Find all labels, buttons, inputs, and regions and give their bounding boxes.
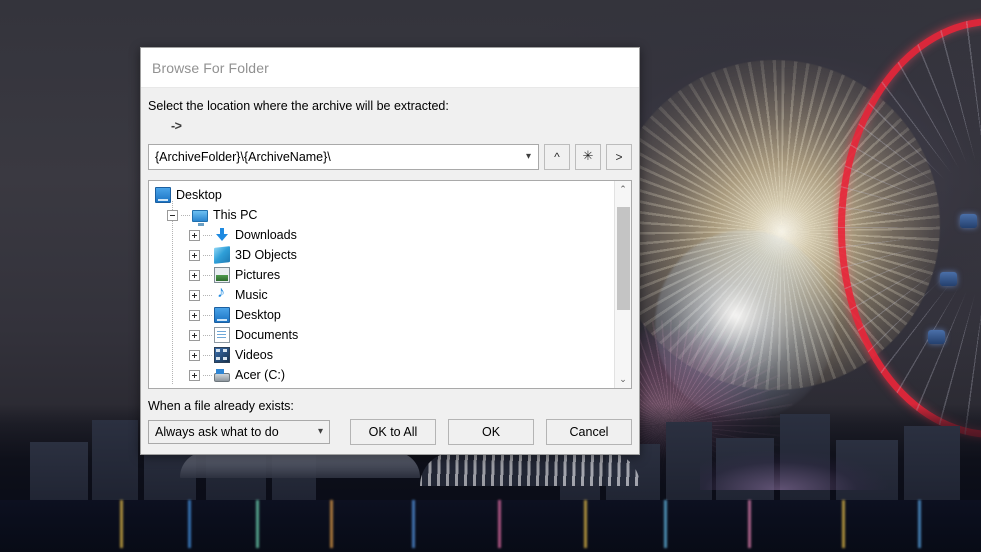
drive-icon bbox=[214, 369, 230, 383]
tree-connector bbox=[203, 374, 212, 376]
new-folder-button[interactable]: ✳ bbox=[575, 144, 601, 171]
expand-toggle-icon[interactable] bbox=[189, 289, 200, 301]
expand-toggle-icon[interactable] bbox=[189, 249, 200, 261]
tree-item-documents[interactable]: Documents bbox=[149, 325, 614, 345]
browse-for-folder-dialog: Browse For Folder Select the location wh… bbox=[140, 47, 640, 455]
expand-toggle-icon[interactable] bbox=[189, 309, 200, 321]
tree-connector bbox=[181, 214, 190, 216]
tree-connector bbox=[203, 294, 212, 296]
tree-item-label: Acer (C:) bbox=[235, 368, 285, 383]
downloads-icon bbox=[214, 227, 230, 243]
tree-item-label: Pictures bbox=[235, 268, 281, 283]
tree-item-label: Downloads bbox=[235, 228, 297, 243]
tree-item-label: 3D Objects bbox=[235, 248, 297, 263]
tree-item-pictures[interactable]: Pictures bbox=[149, 265, 614, 285]
chevron-down-icon: ▾ bbox=[525, 151, 531, 163]
expand-toggle-icon[interactable] bbox=[189, 369, 200, 381]
monitor-icon bbox=[155, 187, 171, 204]
ok-button[interactable]: OK bbox=[448, 419, 534, 445]
tree-connector bbox=[203, 334, 212, 336]
desktop-icon bbox=[214, 307, 230, 324]
videos-icon bbox=[214, 347, 230, 364]
tree-connector bbox=[203, 314, 212, 316]
dialog-footer: When a file already exists: Always ask w… bbox=[141, 389, 639, 454]
expand-toggle-icon[interactable] bbox=[189, 329, 200, 341]
dialog-body: Select the location where the archive wi… bbox=[141, 88, 639, 454]
documents-icon bbox=[214, 327, 230, 344]
tree-item-downloads[interactable]: Downloads bbox=[149, 225, 614, 245]
this-pc-icon bbox=[192, 210, 208, 227]
music-icon bbox=[214, 284, 230, 303]
caret-down-icon: ⌄ bbox=[619, 374, 627, 384]
scrollbar-thumb[interactable] bbox=[617, 207, 630, 311]
expand-button[interactable]: > bbox=[606, 144, 632, 171]
asterisk-icon: ✳ bbox=[582, 148, 594, 164]
tree-item-videos[interactable]: Videos bbox=[149, 345, 614, 365]
caret-right-icon: > bbox=[615, 150, 623, 165]
destination-path-combobox[interactable]: {ArchiveFolder}\{ArchiveName}\ ▾ bbox=[148, 144, 539, 171]
scroll-down-button[interactable]: ⌄ bbox=[614, 371, 631, 388]
ok-to-all-button[interactable]: OK to All bbox=[350, 419, 436, 445]
dialog-titlebar[interactable]: Browse For Folder bbox=[141, 48, 639, 88]
tree-item-desktop-root[interactable]: Desktop bbox=[149, 185, 614, 205]
tree-connector bbox=[203, 274, 212, 276]
up-one-level-button[interactable]: ^ bbox=[544, 144, 570, 171]
marina-bay-sands bbox=[180, 452, 420, 478]
dialog-title: Browse For Folder bbox=[152, 59, 269, 76]
tree-item-label: Videos bbox=[235, 348, 273, 363]
prompt-text: Select the location where the archive wi… bbox=[148, 99, 449, 113]
tree-item-label: Desktop bbox=[235, 308, 281, 323]
collapse-toggle-icon[interactable] bbox=[167, 209, 178, 221]
caret-up-icon: ⌃ bbox=[619, 184, 627, 195]
caret-up-icon: ^ bbox=[554, 150, 560, 165]
tree-vertical-scrollbar[interactable]: ⌃ ⌄ bbox=[614, 181, 631, 388]
tree-item-3d-objects[interactable]: 3D Objects bbox=[149, 245, 614, 265]
tree-connector bbox=[203, 354, 212, 356]
tree-item-acer-c-drive[interactable]: Acer (C:) bbox=[149, 365, 614, 385]
footer-controls-row: Always ask what to do ▾ OK to All OK Can… bbox=[148, 419, 632, 445]
overwrite-mode-select[interactable]: Always ask what to do ▾ bbox=[148, 420, 330, 444]
folder-tree[interactable]: Desktop This PC Downloads 3D Objects Pic… bbox=[149, 181, 614, 388]
arrow-indicator: -> bbox=[171, 119, 182, 134]
expand-toggle-icon[interactable] bbox=[189, 349, 200, 361]
folder-tree-panel: Desktop This PC Downloads 3D Objects Pic… bbox=[148, 180, 632, 389]
expand-toggle-icon[interactable] bbox=[189, 269, 200, 281]
tree-item-label: Documents bbox=[235, 328, 299, 343]
overwrite-mode-value: Always ask what to do bbox=[155, 425, 279, 439]
3d-objects-icon bbox=[214, 246, 230, 265]
expand-toggle-icon[interactable] bbox=[189, 229, 200, 241]
tree-connector bbox=[203, 254, 212, 256]
pictures-icon bbox=[214, 267, 230, 284]
tree-item-this-pc[interactable]: This PC bbox=[149, 205, 614, 227]
tree-item-label: This PC bbox=[213, 208, 258, 223]
destination-path-value: {ArchiveFolder}\{ArchiveName}\ bbox=[155, 150, 331, 165]
tree-item-label: Music bbox=[235, 288, 268, 303]
esplanade-theatre bbox=[420, 452, 640, 486]
artscience-museum bbox=[700, 448, 900, 490]
chevron-down-icon: ▾ bbox=[317, 426, 323, 437]
path-row: {ArchiveFolder}\{ArchiveName}\ ▾ ^ ✳ > bbox=[141, 133, 639, 171]
tree-item-label: Desktop bbox=[176, 188, 222, 203]
tree-connector bbox=[203, 234, 212, 236]
cancel-button[interactable]: Cancel bbox=[546, 419, 632, 445]
overwrite-label: When a file already exists: bbox=[148, 399, 294, 413]
tree-item-music[interactable]: Music bbox=[149, 284, 614, 305]
scroll-up-button[interactable]: ⌃ bbox=[614, 181, 631, 199]
tree-item-desktop[interactable]: Desktop bbox=[149, 305, 614, 325]
marina-bay-water bbox=[0, 500, 981, 552]
